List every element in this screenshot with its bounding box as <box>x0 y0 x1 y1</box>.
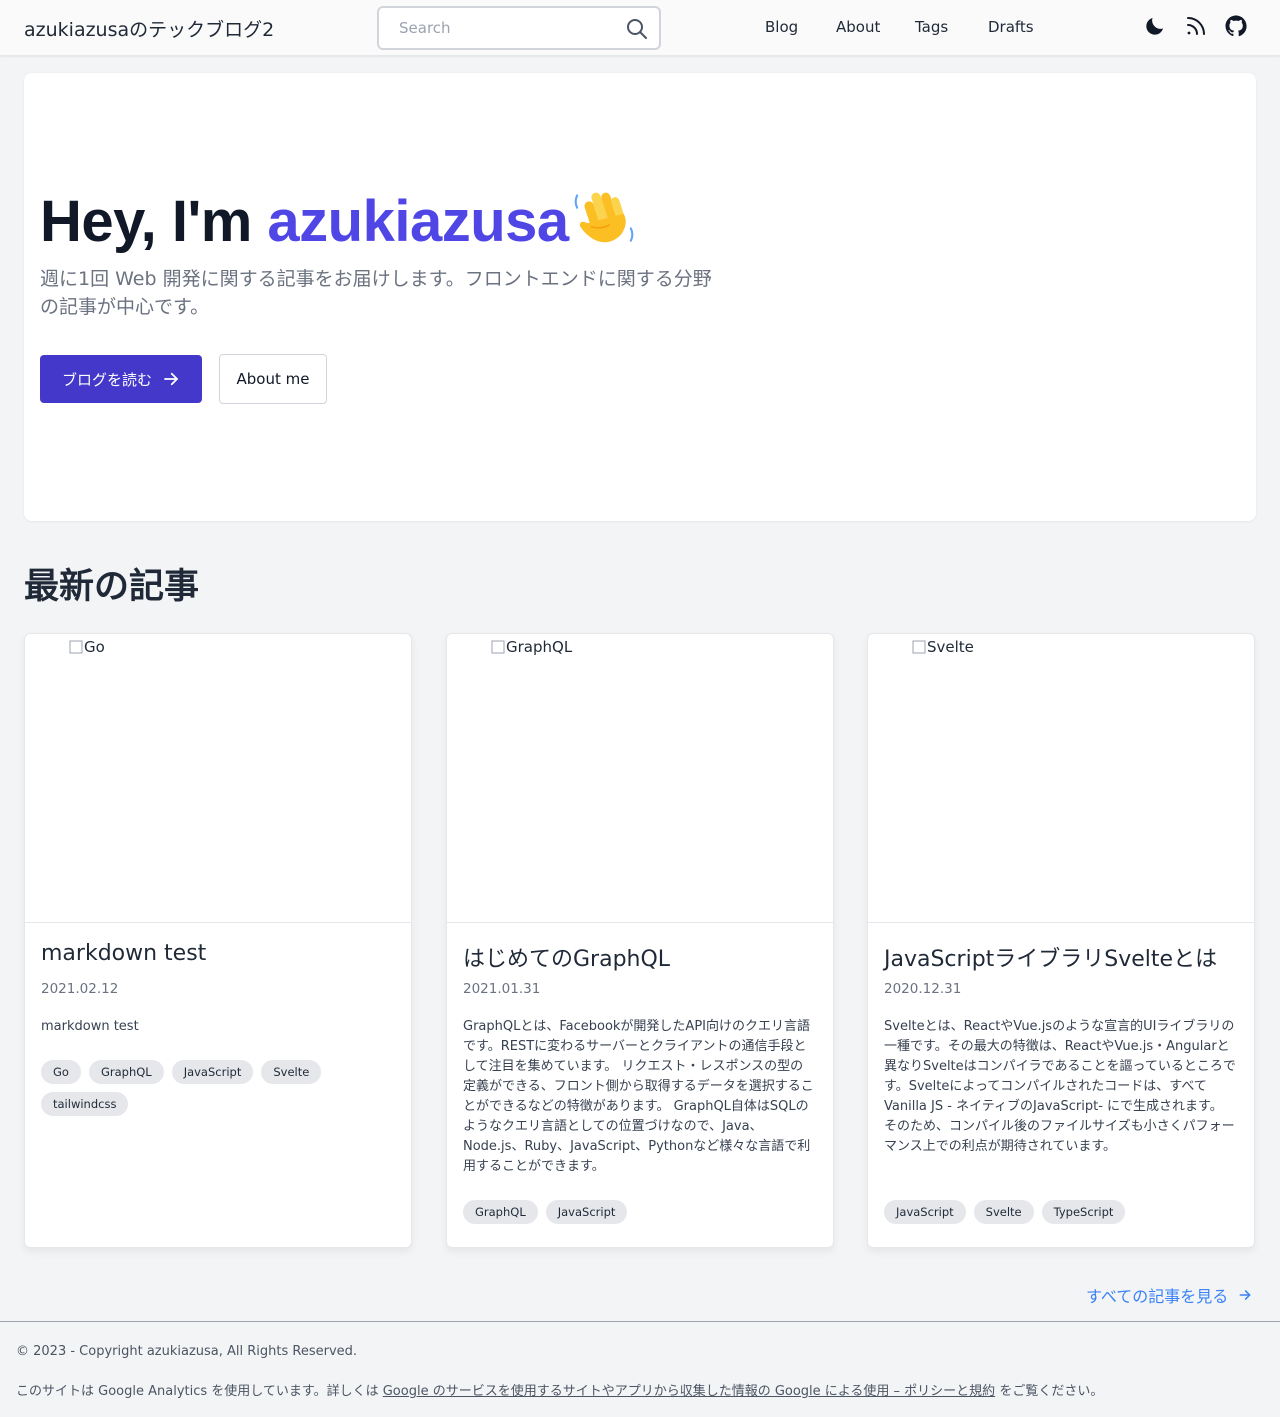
tag[interactable]: GraphQL <box>463 1200 538 1224</box>
tag[interactable]: JavaScript <box>545 1200 628 1224</box>
search-box[interactable] <box>377 6 661 50</box>
broken-image-icon <box>912 640 926 654</box>
analytics-notice-suffix: をご覧ください。 <box>995 1384 1104 1399</box>
article-date: 2020.12.31 <box>884 981 962 997</box>
waving-hand-icon <box>574 192 634 243</box>
thumbnail-alt: Go <box>69 638 105 656</box>
read-blog-label: ブログを読む <box>61 370 152 389</box>
analytics-notice: このサイトは Google Analytics を使用しています。詳しくは Go… <box>16 1380 1103 1399</box>
tag[interactable]: GraphQL <box>88 1060 164 1084</box>
article-date: 2021.01.31 <box>463 981 541 997</box>
article-title[interactable]: はじめてのGraphQL <box>463 941 670 973</box>
article-thumbnail[interactable]: GraphQL <box>447 634 833 923</box>
hero-description: 週に1回 Web 開発に関する記事をお届けします。フロントエンドに関する分野の記… <box>40 268 712 318</box>
article-tags: GraphQL JavaScript <box>463 1200 763 1224</box>
tag[interactable]: JavaScript <box>884 1200 966 1224</box>
copyright: © 2023 - Copyright azukiazusa, All Right… <box>16 1344 358 1359</box>
site-footer: © 2023 - Copyright azukiazusa, All Right… <box>0 1321 1280 1417</box>
article-title[interactable]: JavaScriptライブラリSvelteとは <box>884 941 1217 973</box>
google-policy-link[interactable]: Google のサービスを使用するサイトやアプリから収集した情報の Google… <box>383 1384 995 1399</box>
article-card[interactable]: GraphQL はじめてのGraphQL 2021.01.31 GraphQLと… <box>446 633 834 1248</box>
article-tags: Go GraphQL JavaScript Svelte tailwindcss <box>41 1060 341 1116</box>
see-all-label: すべての記事を見る <box>1086 1287 1229 1306</box>
broken-image-icon <box>491 640 505 654</box>
tag[interactable]: Svelte <box>261 1060 322 1084</box>
tag[interactable]: JavaScript <box>171 1060 254 1084</box>
about-me-button[interactable]: About me <box>219 354 327 404</box>
article-card[interactable]: Svelte JavaScriptライブラリSvelteとは 2020.12.3… <box>867 633 1255 1248</box>
site-header: azukiazusaのテックブログ2 Blog About Tags Draft… <box>0 0 1280 56</box>
tag[interactable]: TypeScript <box>1041 1200 1126 1224</box>
article-description: GraphQLとは、Facebookが開発したAPI向けのクエリ言語です。RES… <box>463 1019 814 1174</box>
thumbnail-alt: GraphQL <box>491 638 572 656</box>
article-title[interactable]: markdown test <box>41 941 206 966</box>
nav-blog[interactable]: Blog <box>765 18 798 36</box>
tag[interactable]: tailwindcss <box>41 1092 129 1116</box>
article-card[interactable]: Go markdown test 2021.02.12 markdown tes… <box>24 633 412 1248</box>
moon-icon[interactable] <box>1143 14 1167 38</box>
hero-section: Hey, I'm azukiazusa 週に1回 Web 開発に関する記事をお届… <box>24 73 1256 521</box>
site-title[interactable]: azukiazusaのテックブログ2 <box>24 15 274 42</box>
tag[interactable]: Go <box>41 1060 81 1084</box>
article-tags: JavaScript Svelte TypeScript <box>884 1200 1184 1224</box>
nav-drafts[interactable]: Drafts <box>988 18 1034 36</box>
article-date: 2021.02.12 <box>41 981 119 997</box>
search-icon[interactable] <box>625 17 649 41</box>
hero-title: Hey, I'm azukiazusa <box>40 183 637 255</box>
read-blog-button[interactable]: ブログを読む <box>40 355 202 403</box>
github-icon[interactable] <box>1224 14 1248 38</box>
see-all-articles-link[interactable]: すべての記事を見る <box>1086 1283 1252 1307</box>
latest-articles-title: 最新の記事 <box>24 567 200 607</box>
rss-icon[interactable] <box>1184 14 1208 38</box>
article-description: Svelteとは、ReactやVue.jsのような宣言的UIライブラリの一種です… <box>884 1019 1236 1154</box>
search-input[interactable] <box>391 16 611 40</box>
arrow-right-icon <box>1239 1290 1251 1300</box>
tag[interactable]: Svelte <box>973 1200 1034 1224</box>
hero-greeting: Hey, I'm <box>40 189 268 254</box>
article-thumbnail[interactable]: Svelte <box>868 634 1254 923</box>
broken-image-icon <box>69 640 83 654</box>
article-thumbnail[interactable]: Go <box>25 634 411 923</box>
thumbnail-alt: Svelte <box>912 638 974 656</box>
hero-name: azukiazusa <box>267 189 569 254</box>
nav-tags[interactable]: Tags <box>915 18 948 36</box>
arrow-right-icon <box>164 372 178 386</box>
analytics-notice-prefix: このサイトは Google Analytics を使用しています。詳しくは <box>16 1384 383 1399</box>
nav-about[interactable]: About <box>836 18 880 36</box>
article-description: markdown test <box>41 1019 139 1034</box>
